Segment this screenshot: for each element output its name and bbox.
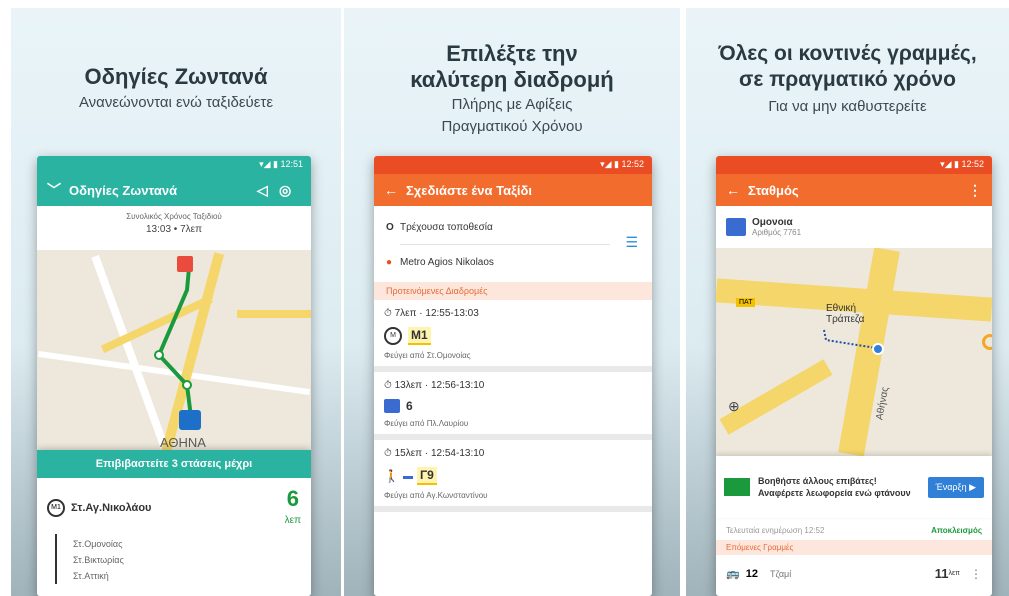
station-header: Ομονοια Αριθμός 7761 bbox=[716, 206, 992, 248]
status-bar: ▾◢ ▮ 12:52 bbox=[716, 156, 992, 174]
origin-icon: O bbox=[386, 221, 394, 233]
arrival-time: 11 bbox=[934, 566, 949, 581]
trip-form: O Τρέχουσα τοποθεσία ● Metro Agios Nikol… bbox=[374, 206, 652, 282]
screenshot-collage: Οδηγίες Ζωντανά Ανανεώνονται ενώ ταξιδεύ… bbox=[0, 0, 1009, 596]
route-card[interactable]: ⏱ 7λεπ · 12:55-13:03 M M1 Φεύγει από Στ.… bbox=[374, 300, 652, 372]
section-label: Προτεινόμενες Διαδρομές bbox=[374, 282, 652, 300]
bus-icon: 🚌 bbox=[726, 568, 740, 580]
minutes-value: 6 bbox=[286, 486, 299, 511]
stop-row[interactable]: M1 Στ.Αγ.Νικολάου 6 λεπ bbox=[37, 478, 311, 534]
app-bar-title: Σχεδιάστε ένα Ταξίδι bbox=[406, 182, 532, 198]
walk-path bbox=[823, 329, 884, 355]
list-item: Στ.Ομονοίας bbox=[73, 539, 123, 549]
from-field[interactable]: O Τρέχουσα τοποθεσία bbox=[386, 216, 640, 238]
station-code: Αριθμός 7761 bbox=[752, 228, 802, 237]
section-label: Επόμενες Γραμμές bbox=[716, 540, 992, 555]
line-label: M1 bbox=[408, 327, 431, 345]
start-button[interactable]: Έναρξη ▶ bbox=[927, 476, 984, 498]
contribute-banner: Βοηθήστε άλλους επιβάτες! Αναφέρετε λεωφ… bbox=[716, 456, 992, 518]
metro-icon: M1 bbox=[47, 499, 65, 517]
panel-subtitle: Ανανεώνονται ενώ ταξιδεύετε bbox=[78, 94, 274, 111]
status-bar: ▾◢ ▮ 12:51 bbox=[37, 156, 311, 174]
route-note: Φεύγει από Στ.Ομονοίας bbox=[384, 351, 471, 360]
panel-station: Όλες οι κοντινές γραμμές, σε πραγματικό … bbox=[686, 8, 1009, 596]
panel-title-line2: σε πραγματικό χρόνο bbox=[739, 68, 956, 91]
panel-live-directions: Οδηγίες Ζωντανά Ανανεώνονται ενώ ταξιδεύ… bbox=[11, 8, 341, 596]
phone-screen: ▾◢ ▮ 12:52 ← Σχεδιάστε ένα Ταξίδι O Τρέχ… bbox=[374, 156, 652, 596]
app-bar-title: Σταθμός bbox=[748, 182, 799, 198]
target-icon[interactable]: ◎ bbox=[279, 182, 301, 199]
panel-plan-trip: Επιλέξτε την καλύτερη διαδρομή Πλήρης με… bbox=[344, 8, 680, 596]
volume-icon[interactable]: ◁ bbox=[257, 182, 279, 199]
app-bar: ← Σταθμός ⋮ bbox=[716, 174, 992, 206]
compass-icon[interactable]: ⊕ bbox=[728, 398, 740, 415]
bus-icon: ▬ bbox=[402, 470, 413, 482]
route-line bbox=[154, 267, 194, 426]
instruction-title: Επιβιβαστείτε 3 στάσεις μέχρι bbox=[37, 450, 311, 478]
phone-screen: ▾◢ ▮ 12:51 ﹀ Οδηγίες Ζωντανά ◁ ◎ Συνολικ… bbox=[37, 156, 311, 596]
route-duration: ⏱ 13λεπ · 12:56-13:10 bbox=[384, 380, 485, 391]
stop-name: Στ.Αγ.Νικολάου bbox=[71, 502, 152, 514]
bus-green-icon bbox=[724, 478, 750, 496]
metro-marker-icon[interactable] bbox=[179, 410, 201, 430]
app-bar: ← Σχεδιάστε ένα Ταξίδι bbox=[374, 174, 652, 206]
trip-summary: Συνολικός Χρόνος Ταξιδιού 13:03 • 7λεπ bbox=[37, 206, 311, 250]
origin-marker-icon[interactable] bbox=[177, 256, 193, 272]
route-duration: ⏱ 15λεπ · 12:54-13:10 bbox=[384, 448, 485, 459]
station-name: Ομονοια bbox=[752, 217, 793, 228]
line-label: 6 bbox=[406, 399, 413, 413]
banner-text: Βοηθήστε άλλους επιβάτες! Αναφέρετε λεωφ… bbox=[758, 476, 911, 498]
chevron-down-icon[interactable]: ﹀ bbox=[47, 180, 69, 200]
destination-icon: ● bbox=[386, 256, 393, 268]
line-label: Γ9 bbox=[416, 467, 437, 485]
stops-list: Στ.Ομονοίας Στ.Βικτωρίας Στ.Αττική bbox=[55, 534, 311, 584]
map-view[interactable]: ΑΘΗΝΑ bbox=[37, 250, 311, 460]
more-vert-icon[interactable]: ⋮ bbox=[970, 567, 982, 581]
panel-subtitle-line2: Πραγματικού Χρόνου bbox=[441, 118, 583, 135]
panel-title-line1: Όλες οι κοντινές γραμμές, bbox=[718, 42, 977, 65]
panel-title-line1: Επιλέξτε την bbox=[446, 41, 578, 66]
block-link[interactable]: Αποκλεισμός bbox=[931, 526, 982, 535]
route-card[interactable]: ⏱ 13λεπ · 12:56-13:10 6 Φεύγει από Πλ.Λα… bbox=[374, 372, 652, 440]
panel-subtitle: Για να μην καθυστερείτε bbox=[768, 98, 927, 115]
poi-marker-icon[interactable] bbox=[982, 334, 992, 350]
route-card[interactable]: ⏱ 15λεπ · 12:54-13:10 🚶 ▬ Γ9 Φεύγει από … bbox=[374, 440, 652, 512]
status-bar: ▾◢ ▮ 12:52 bbox=[374, 156, 652, 174]
list-item: Στ.Βικτωρίας bbox=[73, 555, 124, 565]
metro-icon: M bbox=[384, 327, 402, 345]
instruction-card: Επιβιβαστείτε 3 στάσεις μέχρι M1 Στ.Αγ.Ν… bbox=[37, 450, 311, 596]
app-bar-title: Οδηγίες Ζωντανά bbox=[69, 182, 178, 198]
route-note: Φεύγει από Αγ.Κωνσταντίνου bbox=[384, 491, 488, 500]
arrival-line: 12 bbox=[745, 567, 758, 580]
walk-icon: 🚶 bbox=[384, 469, 399, 483]
bus-icon bbox=[384, 399, 400, 413]
station-icon bbox=[726, 218, 746, 236]
more-vert-icon[interactable]: ⋮ bbox=[960, 182, 982, 199]
panel-subtitle-line1: Πλήρης με Αφίξεις bbox=[451, 96, 573, 113]
panel-title-line2: καλύτερη διαδρομή bbox=[410, 67, 614, 92]
list-item: Στ.Αττική bbox=[73, 571, 109, 581]
phone-screen: ▾◢ ▮ 12:52 ← Σταθμός ⋮ Ομονοια Αριθμός 7… bbox=[716, 156, 992, 596]
arrival-unit: λεπ bbox=[948, 570, 960, 577]
arrival-row[interactable]: 🚌 12 Τζαμί 11 λεπ ⋮ bbox=[716, 560, 992, 587]
update-row: Τελευταία ενημέρωση 12:52 Αποκλεισμός bbox=[726, 526, 982, 535]
panel-title: Οδηγίες Ζωντανά bbox=[84, 64, 268, 89]
map-area-label: ΑΘΗΝΑ bbox=[160, 435, 206, 450]
arrival-destination: Τζαμί bbox=[769, 568, 792, 579]
route-duration: ⏱ 7λεπ · 12:55-13:03 bbox=[384, 308, 479, 319]
app-bar: ﹀ Οδηγίες Ζωντανά ◁ ◎ bbox=[37, 174, 311, 206]
map-view[interactable]: ΠΑΤ Εθνική Τράπεζα Αθήνας ⊕ bbox=[716, 248, 992, 456]
back-arrow-icon[interactable]: ← bbox=[726, 182, 748, 198]
back-arrow-icon[interactable]: ← bbox=[384, 182, 406, 198]
minutes-unit: λεπ bbox=[284, 515, 301, 526]
to-field[interactable]: ● Metro Agios Nikolaos bbox=[386, 251, 640, 273]
route-note: Φεύγει από Πλ.Λαυρίου bbox=[384, 419, 469, 428]
options-icon[interactable]: ☰ bbox=[625, 234, 638, 251]
